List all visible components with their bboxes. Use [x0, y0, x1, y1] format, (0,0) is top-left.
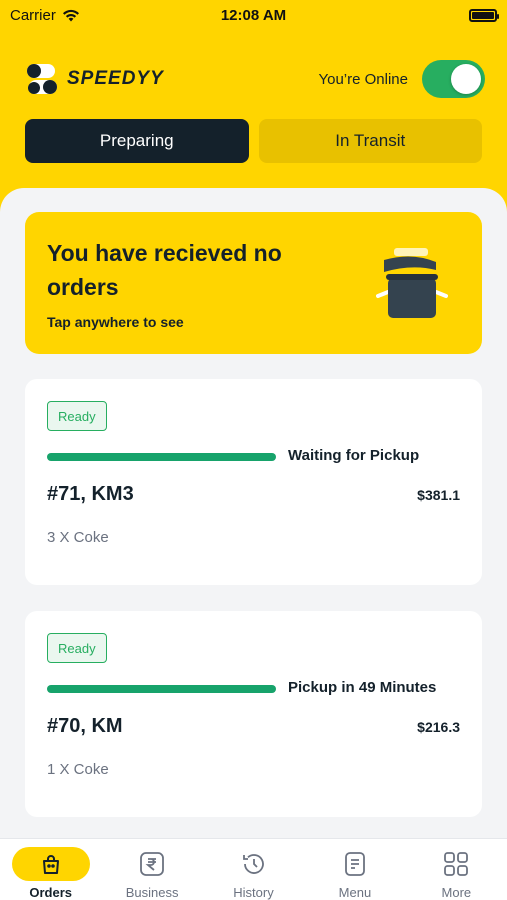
order-tabs: Preparing In Transit — [25, 119, 482, 163]
status-left: Carrier — [10, 7, 80, 24]
order-card[interactable]: Ready Pickup in 49 Minutes #70, KM $216.… — [25, 611, 482, 817]
tab-preparing[interactable]: Preparing — [25, 119, 249, 163]
nav-more[interactable]: More — [406, 839, 507, 900]
toggle-knob — [451, 64, 481, 94]
nav-orders[interactable]: Orders — [0, 839, 101, 900]
nav-label: More — [441, 885, 472, 900]
nav-label: Menu — [338, 885, 372, 900]
status-badge: Ready — [47, 401, 107, 431]
order-items: 3 X Coke — [47, 529, 109, 546]
order-status: Pickup in 49 Minutes — [288, 679, 437, 696]
bag-icon — [42, 855, 59, 874]
nav-label: History — [233, 885, 274, 900]
menu-doc-icon — [345, 852, 365, 876]
order-price: $216.3 — [417, 719, 460, 735]
order-price: $381.1 — [417, 487, 460, 503]
tab-in-transit[interactable]: In Transit — [258, 119, 482, 163]
brand-logo: SPEEDYY — [25, 62, 164, 96]
nav-history[interactable]: History — [203, 839, 304, 900]
order-id: #70, KM — [47, 715, 123, 737]
history-icon — [242, 854, 264, 874]
online-status: You’re Online — [318, 60, 485, 98]
cooking-pot-icon — [376, 248, 448, 318]
online-label: You’re Online — [318, 70, 408, 88]
status-bar: Carrier 12:08 AM — [0, 0, 507, 30]
order-progress-bar — [47, 685, 276, 693]
battery-icon — [469, 8, 499, 22]
bottom-nav: Orders Business History Menu More — [0, 838, 507, 900]
order-progress-bar — [47, 453, 276, 461]
grid-icon — [444, 852, 469, 876]
orders-panel: You have recieved no orders Tap anywhere… — [0, 188, 507, 900]
header: SPEEDYY You’re Online — [25, 58, 485, 100]
status-badge: Ready — [47, 633, 107, 663]
order-id: #71, KM3 — [47, 483, 134, 505]
online-toggle[interactable] — [422, 60, 485, 98]
carrier-label: Carrier — [10, 6, 56, 24]
order-card[interactable]: Ready Waiting for Pickup #71, KM3 $381.1… — [25, 379, 482, 585]
order-items: 1 X Coke — [47, 761, 109, 778]
no-orders-banner[interactable]: You have recieved no orders Tap anywhere… — [25, 212, 482, 354]
order-status: Waiting for Pickup — [288, 447, 420, 464]
brand-name: SPEEDYY — [67, 68, 164, 89]
nav-business[interactable]: Business — [101, 839, 202, 900]
speedyy-logo-icon — [27, 64, 57, 94]
rupee-icon — [140, 852, 165, 876]
wifi-icon — [62, 9, 79, 21]
nav-label: Orders — [29, 885, 73, 900]
banner-title: You have recieved no orders — [47, 240, 282, 300]
nav-menu[interactable]: Menu — [304, 839, 405, 900]
nav-label: Business — [125, 885, 179, 900]
